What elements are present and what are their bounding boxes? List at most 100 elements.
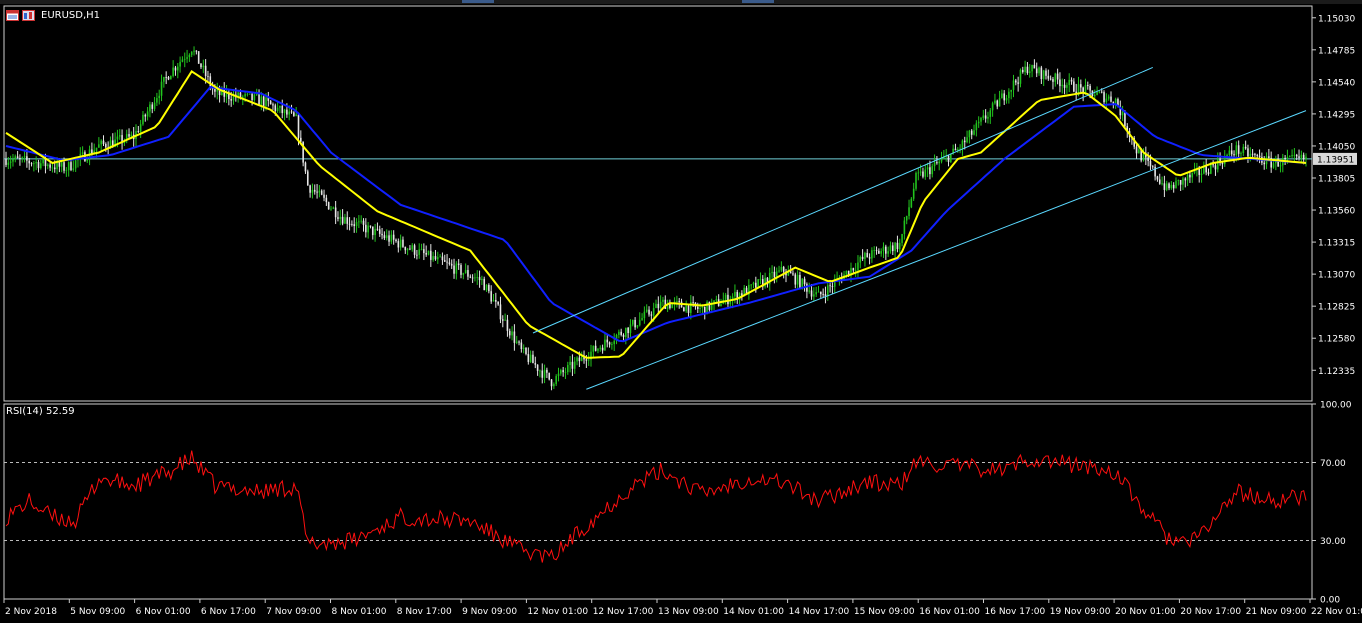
candle[interactable] [365,218,367,238]
candle[interactable] [390,230,393,245]
candle[interactable] [536,364,539,376]
candle[interactable] [193,46,195,56]
candle[interactable] [613,333,616,351]
candle[interactable] [258,89,260,105]
candle[interactable] [752,281,755,289]
candle[interactable] [564,367,567,380]
candle[interactable] [1054,72,1057,87]
candle[interactable] [620,328,622,337]
candle[interactable] [594,340,597,352]
candle[interactable] [996,99,999,110]
candle[interactable] [625,327,627,345]
candle[interactable] [553,382,555,390]
candle[interactable] [1151,165,1154,170]
candle[interactable] [543,364,546,384]
candle[interactable] [713,300,715,311]
candle[interactable] [1284,155,1286,166]
candle[interactable] [411,243,414,252]
candle[interactable] [1059,72,1061,93]
candle[interactable] [369,225,372,229]
candle[interactable] [499,296,502,324]
candle[interactable] [70,158,72,172]
candle[interactable] [592,345,595,358]
candle[interactable] [1175,177,1177,189]
candle[interactable] [1049,75,1052,81]
candle[interactable] [1156,175,1159,182]
candle[interactable] [248,93,251,95]
candle[interactable] [481,275,483,285]
candle[interactable] [186,49,188,63]
candle[interactable] [339,209,342,226]
candle[interactable] [98,137,100,148]
candle[interactable] [750,284,752,290]
candle[interactable] [806,282,808,299]
candle[interactable] [597,348,599,354]
candle[interactable] [938,158,941,171]
candle[interactable] [483,276,486,291]
candle[interactable] [566,361,569,375]
candle[interactable] [501,315,504,328]
candle[interactable] [618,329,620,339]
candle[interactable] [385,229,388,241]
trading-chart[interactable]: 1.15030 1.14785 1.14540 1.14295 1.14050 1.138… [0,0,1362,623]
candle[interactable] [861,249,864,261]
candle[interactable] [950,153,952,163]
candle[interactable] [506,314,509,337]
candle[interactable] [1093,89,1096,99]
candle[interactable] [216,82,219,100]
candle[interactable] [253,93,256,102]
candle[interactable] [158,89,161,105]
candle[interactable] [889,241,892,254]
candle[interactable] [943,150,945,160]
candle[interactable] [1052,76,1054,90]
candle[interactable] [1258,149,1261,164]
candle[interactable] [344,213,346,224]
candle[interactable] [991,101,994,117]
candle[interactable] [1270,151,1272,173]
candle[interactable] [608,341,611,348]
candle[interactable] [46,163,49,170]
candle[interactable] [1019,68,1022,88]
candle[interactable] [167,75,170,81]
candle[interactable] [283,108,286,121]
candle[interactable] [1033,59,1036,69]
candle[interactable] [1170,181,1173,190]
candle[interactable] [868,253,871,265]
candle[interactable] [1177,179,1180,186]
candle[interactable] [648,306,650,317]
candle[interactable] [748,279,750,300]
candle[interactable] [636,324,639,329]
candle[interactable] [1068,73,1071,93]
candle[interactable] [142,111,144,126]
candle[interactable] [1291,149,1293,158]
candle[interactable] [318,185,321,198]
candle[interactable] [21,156,24,163]
candle[interactable] [49,161,51,172]
candle[interactable] [562,366,564,377]
candle[interactable] [875,246,878,255]
candle[interactable] [1021,66,1024,74]
candle[interactable] [864,251,866,267]
candle[interactable] [878,248,880,254]
candle[interactable] [358,215,360,229]
candle[interactable] [40,159,42,170]
candle[interactable] [571,354,574,377]
candle[interactable] [197,51,200,64]
candle[interactable] [966,130,968,144]
candle[interactable] [977,116,980,128]
candle[interactable] [443,254,446,263]
candle[interactable] [450,259,453,269]
candle[interactable] [824,286,827,304]
candle[interactable] [276,101,279,113]
candle[interactable] [453,258,455,279]
candle[interactable] [1024,60,1026,76]
candle[interactable] [281,99,284,119]
candle[interactable] [306,169,309,186]
candle[interactable] [690,295,692,320]
candle[interactable] [931,163,934,178]
candle[interactable] [513,324,516,351]
candle[interactable] [1119,100,1122,120]
candle[interactable] [279,105,281,114]
candle[interactable] [395,238,397,243]
candle[interactable] [885,244,887,260]
